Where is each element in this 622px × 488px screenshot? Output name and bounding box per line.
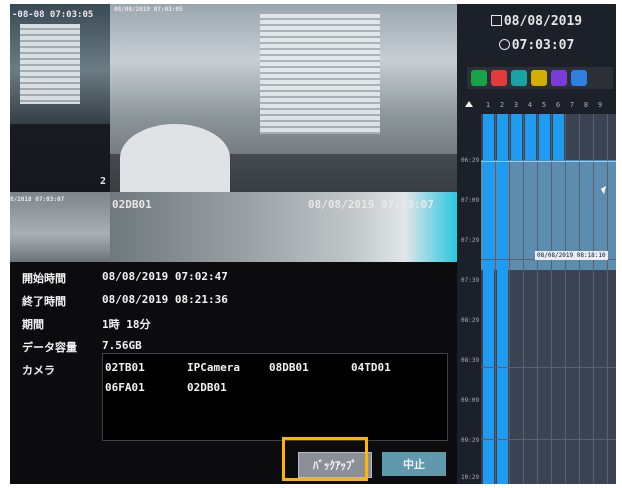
time-label: 08:39 (461, 357, 480, 364)
playhead-line (481, 161, 616, 162)
camera-label: カメラ (22, 364, 55, 377)
grid-line (481, 367, 616, 368)
time-label: 07:29 (461, 237, 480, 244)
channel-icon-4[interactable] (531, 70, 547, 86)
time-label: 09:29 (461, 437, 480, 444)
channel-icon-2[interactable] (491, 70, 507, 86)
calendar-icon (490, 15, 502, 26)
tile-number: 2 (100, 176, 107, 187)
camera-name: 02DB01 (112, 198, 152, 211)
backup-dialog: 開始時間 08/08/2019 07:02:47 終了時間 08/08/2019… (10, 262, 457, 484)
tile-osd: 08/08/2019 07:03:05 (114, 6, 183, 13)
time-label: 08:29 (461, 317, 480, 324)
data-size-label: データ容量 (22, 341, 77, 354)
time-label: 07:09 (461, 197, 480, 204)
time-value: 07:03:07 (511, 38, 575, 53)
recording-segment (525, 114, 536, 160)
duration-value: 1時 18分 (102, 318, 151, 331)
camera-dome (120, 124, 230, 192)
time-label: 09:09 (461, 397, 480, 404)
camera-item[interactable]: 06FA01 (105, 381, 145, 394)
grid-line (593, 114, 594, 484)
recording-segment (483, 114, 494, 484)
camera-item[interactable]: 02TB01 (105, 361, 145, 374)
timeline-channel-number: 8 (583, 101, 589, 109)
date-value: 08/08/2019 (503, 14, 583, 29)
channel-icon-6[interactable] (571, 70, 587, 86)
timeline-channel-number: 3 (513, 101, 519, 109)
tile-timestamp: -08-08 07:03:05 (12, 10, 94, 20)
camera-tile-1[interactable]: -08-08 07:03:05 2 (10, 4, 110, 192)
channel-icon-1[interactable] (471, 70, 487, 86)
highlight-box (282, 437, 368, 481)
window-blind (20, 24, 80, 104)
recording-segment (497, 114, 508, 484)
tile-timestamp: 8/2018 07:03:07 (10, 196, 65, 203)
date-display: 08/08/2019 (457, 14, 616, 29)
timeline-channel-number: 5 (541, 101, 547, 109)
camera-list: 02TB01 IPCamera 08DB01 04TD01 06FA01 02D… (102, 353, 448, 441)
grid-line (579, 114, 580, 484)
playback-panel: 08/08/2019 07:03:07 1 2 3 4 5 6 7 8 9 06… (457, 4, 616, 484)
end-time-label: 終了時間 (22, 295, 66, 308)
desk-area (10, 124, 110, 192)
grid-line (551, 114, 552, 484)
time-label: 06:29 (461, 157, 480, 164)
camera-tile-2[interactable]: 08/08/2019 07:03:05 (110, 4, 457, 192)
end-time-value: 08/08/2019 08:21:36 (102, 293, 228, 306)
cancel-button[interactable]: 中止 (382, 452, 446, 476)
camera-item[interactable]: 04TD01 (351, 361, 391, 374)
clock-icon (498, 39, 510, 50)
timeline-channel-number: 7 (569, 101, 575, 109)
dvr-screen: -08-08 07:03:05 2 08/08/2019 07:03:05 8/… (10, 4, 616, 484)
camera-tile-4[interactable]: 02DB01 08/08/2019 07:03:07 (110, 192, 457, 262)
grid-line (523, 114, 524, 484)
grid-line (509, 114, 510, 484)
data-size-value: 7.56GB (102, 339, 142, 352)
start-time-label: 開始時間 (22, 272, 66, 285)
recording-segment (539, 114, 550, 160)
segment-tag: 08/08/2019 08:18:10 (535, 251, 608, 260)
camera-item[interactable]: IPCamera (187, 361, 240, 374)
grid-line (495, 114, 496, 484)
timeline-channel-number: 4 (527, 101, 533, 109)
time-display: 07:03:07 (457, 38, 616, 53)
tile-timestamp: 08/08/2019 07:03:07 (308, 198, 434, 211)
grid-line (481, 439, 616, 440)
window-blind (260, 14, 380, 134)
recording-segment (511, 114, 522, 160)
time-label: 10:29 (461, 474, 480, 481)
timeline-channel-number: 2 (499, 101, 505, 109)
camera-tile-3[interactable]: 8/2018 07:03:07 (10, 192, 110, 262)
timeline-channel-number: 1 (485, 101, 491, 109)
grid-line (565, 114, 566, 484)
timeline-channel-number: 6 (555, 101, 561, 109)
camera-item[interactable]: 08DB01 (269, 361, 309, 374)
duration-label: 期間 (22, 318, 44, 331)
grid-line (607, 114, 608, 484)
timeline-channel-numbers: 1 2 3 4 5 6 7 8 9 (481, 101, 615, 109)
time-label: 07:39 (461, 277, 480, 284)
channel-icon-5[interactable] (551, 70, 567, 86)
start-time-value: 08/08/2019 07:02:47 (102, 270, 228, 283)
timeline-grid[interactable] (481, 114, 616, 484)
grid-line (537, 114, 538, 484)
timeline-channel-number: 9 (597, 101, 603, 109)
camera-item[interactable]: 02DB01 (187, 381, 227, 394)
channel-filter-bar (467, 67, 613, 89)
scroll-up-icon[interactable] (465, 101, 473, 107)
recording-segment (553, 114, 564, 160)
channel-icon-3[interactable] (511, 70, 527, 86)
